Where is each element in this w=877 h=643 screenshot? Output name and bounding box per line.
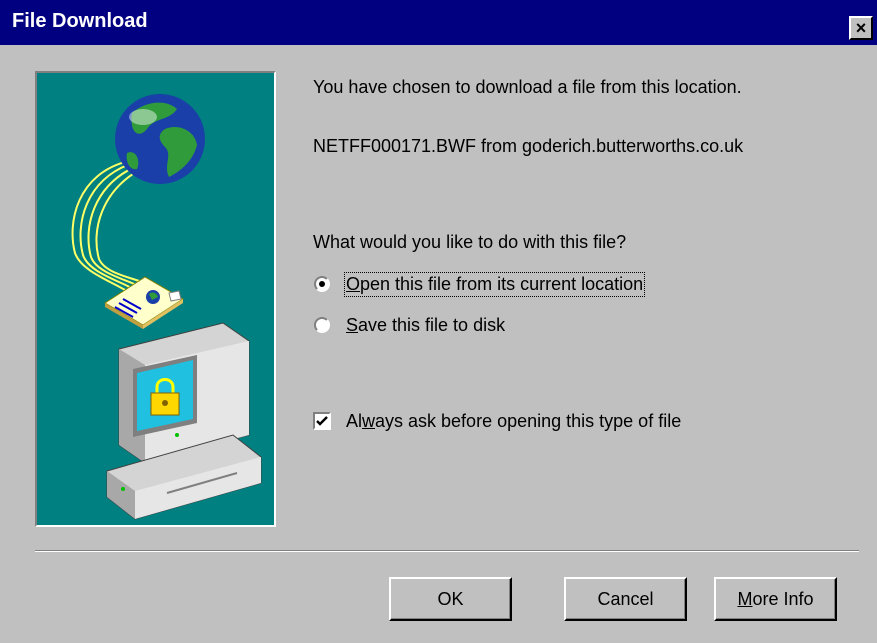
more-info-rest: ore Info — [752, 588, 814, 609]
always-ask-prefix: Al — [346, 411, 363, 431]
window-title: File Download — [12, 10, 148, 32]
globe-icon — [115, 94, 205, 184]
more-info-mnemonic: M — [737, 588, 753, 609]
ok-button[interactable]: OK — [389, 577, 512, 621]
open-mnemonic: O — [346, 274, 361, 294]
separator — [35, 550, 859, 552]
save-mnemonic: S — [346, 315, 359, 335]
wires-icon — [71, 160, 146, 296]
close-icon: × — [855, 18, 867, 38]
cancel-label: Cancel — [597, 588, 654, 609]
radio-selected-dot — [319, 281, 325, 287]
always-ask-mnemonic: w — [362, 411, 376, 431]
always-ask-checkbox[interactable] — [313, 412, 331, 430]
open-label-rest: pen this file from its current location — [360, 274, 644, 294]
always-ask-label[interactable]: Always ask before opening this type of f… — [346, 411, 681, 432]
open-radio[interactable] — [314, 276, 330, 292]
file-download-dialog: File Download × You have chosen to downl… — [0, 0, 877, 643]
always-ask-rest: ays ask before opening this type of file — [375, 411, 682, 431]
save-label-rest: ave this file to disk — [358, 315, 506, 335]
ok-label: OK — [437, 588, 464, 609]
save-option-label[interactable]: Save this file to disk — [346, 315, 505, 336]
file-info-text: NETFF000171.BWF from goderich.butterwort… — [313, 136, 744, 156]
cancel-button[interactable]: Cancel — [564, 577, 687, 621]
more-info-button[interactable]: More Info — [714, 577, 837, 621]
question-text: What would you like to do with this file… — [313, 232, 627, 252]
download-illustration — [35, 71, 276, 527]
close-button[interactable]: × — [849, 16, 873, 40]
more-info-label: More Info — [737, 589, 813, 610]
title-bar[interactable]: File Download × — [0, 0, 877, 45]
computer-icon — [106, 322, 262, 520]
download-intro-text: You have chosen to download a file from … — [313, 77, 742, 97]
download-illustration-graphic — [71, 94, 262, 520]
save-radio[interactable] — [314, 317, 330, 333]
open-option-label[interactable]: Open this file from its current location — [343, 272, 646, 297]
checkmark-icon — [316, 416, 328, 426]
